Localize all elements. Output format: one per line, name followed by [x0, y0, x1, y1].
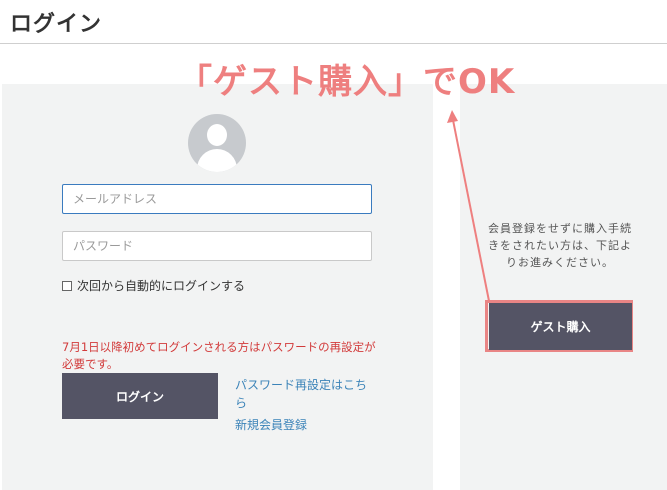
- register-link[interactable]: 新規会員登録: [235, 416, 375, 434]
- login-links: パスワード再設定はこちら 新規会員登録: [235, 376, 375, 434]
- avatar-head: [207, 124, 227, 146]
- remember-checkbox[interactable]: [62, 280, 72, 291]
- avatar-shoulders: [197, 149, 237, 172]
- password-field[interactable]: [62, 231, 372, 261]
- remember-label: 次回から自動的にログインする: [77, 279, 246, 293]
- password-reset-link[interactable]: パスワード再設定はこちら: [235, 376, 373, 412]
- email-field[interactable]: [62, 184, 372, 214]
- avatar-icon: [188, 114, 246, 172]
- annotation-text: 「ゲスト購入」でOK: [178, 62, 516, 102]
- login-button[interactable]: ログイン: [62, 373, 218, 419]
- page-title: ログイン: [10, 12, 103, 37]
- title-divider: [0, 43, 667, 44]
- password-reset-notice: 7月1日以降初めてログインされる方はパスワードの再設定が必要です。: [62, 340, 376, 371]
- guest-purchase-button[interactable]: ゲスト購入: [489, 303, 632, 350]
- guest-description: 会員登録をせずに購入手続きをされたい方は、下記よりお進みください。: [488, 222, 632, 269]
- guest-panel: [460, 84, 667, 490]
- remember-login[interactable]: 次回から自動的にログインする: [62, 277, 245, 294]
